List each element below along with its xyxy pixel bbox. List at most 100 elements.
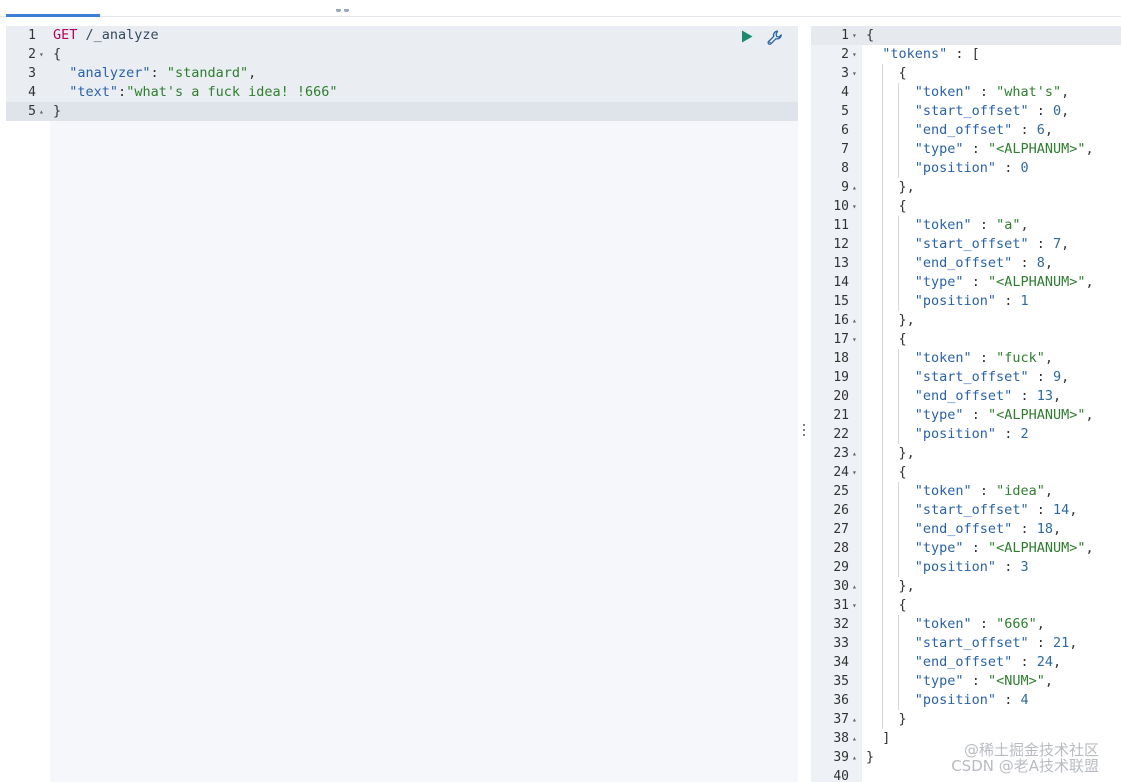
line-number: 3 xyxy=(841,66,849,81)
token-value: "666" xyxy=(996,616,1037,632)
line-number: 40 xyxy=(833,769,849,782)
request-line[interactable]: GET /_analyze xyxy=(53,26,159,45)
response-line[interactable]: "end_offset" : 24, xyxy=(866,653,1061,672)
response-line[interactable]: "token" : "fuck", xyxy=(866,349,1053,368)
response-line[interactable]: "token" : "666", xyxy=(866,615,1045,634)
response-line[interactable]: "type" : "<NUM>", xyxy=(866,672,1053,691)
line-number: 11 xyxy=(833,218,849,233)
response-line[interactable]: "position" : 2 xyxy=(866,425,1029,444)
tab-partial[interactable] xyxy=(336,0,358,12)
response-line[interactable]: { xyxy=(866,330,907,349)
request-line[interactable]: "analyzer": "standard", xyxy=(53,64,256,83)
fold-toggle-icon[interactable]: ▴ xyxy=(852,311,857,330)
active-line-highlight xyxy=(6,102,798,121)
request-line[interactable]: } xyxy=(53,102,61,121)
fold-toggle-icon[interactable]: ▴ xyxy=(852,178,857,197)
fold-toggle-icon[interactable]: ▴ xyxy=(852,729,857,748)
fold-toggle-icon[interactable]: ▴ xyxy=(852,710,857,729)
response-line[interactable]: "type" : "<ALPHANUM>", xyxy=(866,539,1094,558)
fold-toggle-icon[interactable]: ▾ xyxy=(852,45,857,64)
json-key: "position" xyxy=(914,559,997,575)
json-key: "end_offset" xyxy=(914,654,1013,670)
position-value: 1 xyxy=(1020,293,1029,309)
json-key: "position" xyxy=(914,160,997,176)
line-number: 38 xyxy=(833,731,849,746)
response-line[interactable]: }, xyxy=(866,178,915,197)
response-line[interactable]: "end_offset" : 8, xyxy=(866,254,1053,273)
fold-toggle-icon[interactable]: ▴ xyxy=(852,577,857,596)
response-line[interactable]: "end_offset" : 13, xyxy=(866,387,1061,406)
end-offset-value: 8 xyxy=(1036,255,1045,271)
json-key: "token" xyxy=(914,84,972,100)
json-key: "start_offset" xyxy=(914,635,1029,651)
response-line[interactable]: "type" : "<ALPHANUM>", xyxy=(866,273,1094,292)
response-line[interactable]: { xyxy=(866,463,907,482)
response-line[interactable]: }, xyxy=(866,311,915,330)
start-offset-value: 9 xyxy=(1052,369,1062,385)
resizer-handle[interactable] xyxy=(803,424,806,438)
response-line[interactable]: { xyxy=(866,26,874,45)
response-line[interactable]: "token" : "idea", xyxy=(866,482,1053,501)
response-line[interactable]: "start_offset" : 14, xyxy=(866,501,1078,520)
wrench-icon[interactable] xyxy=(766,29,784,47)
response-line[interactable]: "token" : "a", xyxy=(866,216,1029,235)
request-code-area[interactable] xyxy=(50,26,798,782)
response-line[interactable]: "position" : 0 xyxy=(866,159,1029,178)
response-line[interactable]: "type" : "<ALPHANUM>", xyxy=(866,406,1094,425)
fold-toggle-icon[interactable]: ▾ xyxy=(852,26,857,45)
response-line[interactable]: "position" : 4 xyxy=(866,691,1029,710)
fold-toggle-icon[interactable]: ▾ xyxy=(852,330,857,349)
response-line[interactable]: "position" : 1 xyxy=(866,292,1029,311)
response-line[interactable]: "start_offset" : 21, xyxy=(866,634,1078,653)
panel-resizer[interactable] xyxy=(798,26,811,782)
json-key: "type" xyxy=(914,540,964,556)
watermark-line-2: CSDN @老A技术联盟 xyxy=(951,757,1099,775)
line-number: 32 xyxy=(833,617,849,632)
line-number: 27 xyxy=(833,522,849,537)
response-line[interactable]: { xyxy=(866,596,907,615)
line-number: 3 xyxy=(28,66,36,81)
json-key: "end_offset" xyxy=(914,255,1013,271)
json-key: "start_offset" xyxy=(914,369,1029,385)
line-number: 37 xyxy=(833,712,849,727)
request-line[interactable]: "text":"what's a fuck idea! !666" xyxy=(53,83,337,102)
active-tab-indicator xyxy=(6,14,100,17)
response-line[interactable]: "start_offset" : 0, xyxy=(866,102,1069,121)
response-line[interactable]: }, xyxy=(866,444,915,463)
response-line[interactable]: "start_offset" : 7, xyxy=(866,235,1069,254)
fold-toggle-icon[interactable]: ▾ xyxy=(852,64,857,83)
play-icon[interactable] xyxy=(741,30,753,43)
response-line[interactable]: ] xyxy=(866,729,890,748)
request-editor[interactable]: 1 2 ▾ 3 4 5 ▴ GET /_analyze { "analyzer": "sta… xyxy=(6,26,798,782)
line-number: 21 xyxy=(833,408,849,423)
fold-toggle-icon[interactable]: ▾ xyxy=(852,463,857,482)
fold-toggle-icon[interactable]: ▴ xyxy=(39,102,44,121)
response-line[interactable]: { xyxy=(866,197,907,216)
json-key: "start_offset" xyxy=(914,103,1029,119)
response-line[interactable]: { xyxy=(866,64,907,83)
type-value: "<ALPHANUM>" xyxy=(987,540,1086,556)
http-method: GET xyxy=(53,27,78,43)
request-line[interactable]: { xyxy=(53,45,61,64)
response-line[interactable]: "end_offset" : 6, xyxy=(866,121,1053,140)
response-line[interactable]: "start_offset" : 9, xyxy=(866,368,1069,387)
line-number: 4 xyxy=(28,85,36,100)
response-line[interactable]: }, xyxy=(866,577,915,596)
position-value: 0 xyxy=(1020,160,1029,176)
response-panel[interactable]: 1 ▾ 2 ▾ 3 ▾ 4 5 6 7 8 9 ▴ 10 ▾ 11 12 13 14 15 16 ▴ 17 ▾ 18 19 20 21… xyxy=(811,26,1121,782)
response-line[interactable]: "token" : "what's", xyxy=(866,83,1069,102)
response-line[interactable]: "type" : "<ALPHANUM>", xyxy=(866,140,1094,159)
response-line[interactable]: "tokens" : [ xyxy=(866,45,980,64)
fold-toggle-icon[interactable]: ▴ xyxy=(852,748,857,767)
token-value: "idea" xyxy=(996,483,1045,499)
response-line[interactable]: } xyxy=(866,710,907,729)
fold-toggle-icon[interactable]: ▴ xyxy=(852,444,857,463)
response-line[interactable]: } xyxy=(866,748,874,767)
response-active-line xyxy=(811,26,1121,45)
fold-toggle-icon[interactable]: ▾ xyxy=(852,197,857,216)
json-key: "start_offset" xyxy=(914,502,1029,518)
fold-toggle-icon[interactable]: ▾ xyxy=(852,596,857,615)
fold-toggle-icon[interactable]: ▾ xyxy=(39,45,44,64)
response-line[interactable]: "end_offset" : 18, xyxy=(866,520,1061,539)
response-line[interactable]: "position" : 3 xyxy=(866,558,1029,577)
